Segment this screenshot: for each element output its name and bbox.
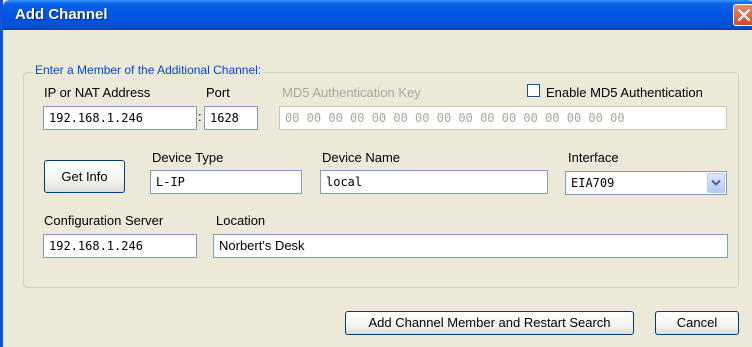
md5-key-label: MD5 Authentication Key: [282, 85, 421, 100]
group-legend: Enter a Member of the Additional Channel…: [33, 63, 264, 77]
device-type-label: Device Type: [152, 150, 224, 165]
location-field[interactable]: Norbert's Desk: [213, 234, 728, 258]
ip-port-separator: :: [198, 109, 202, 124]
ip-address-label: IP or NAT Address: [44, 85, 151, 100]
interface-dropdown-button[interactable]: [707, 173, 725, 193]
chevron-down-icon: [711, 179, 721, 186]
port-field[interactable]: 1628: [204, 106, 258, 130]
config-server-field[interactable]: 192.168.1.246: [43, 234, 197, 258]
close-button[interactable]: [733, 4, 752, 26]
cancel-button-label: Cancel: [676, 315, 718, 330]
location-label: Location: [216, 213, 266, 228]
cancel-button[interactable]: Cancel: [655, 311, 739, 335]
interface-selected-value: EIA709: [571, 176, 615, 190]
device-name-label: Device Name: [322, 150, 401, 165]
enable-md5-checkbox[interactable]: [527, 84, 540, 97]
add-channel-member-button[interactable]: Add Channel Member and Restart Search: [345, 311, 634, 335]
title-bar[interactable]: Add Channel: [3, 0, 752, 30]
device-name-field[interactable]: local: [320, 170, 548, 194]
device-type-field[interactable]: L-IP: [150, 170, 302, 194]
interface-label: Interface: [568, 150, 619, 165]
md5-key-field[interactable]: 00 00 00 00 00 00 00 00 00 00 00 00 00 0…: [279, 106, 727, 130]
port-label: Port: [206, 85, 230, 100]
window-title: Add Channel: [15, 6, 108, 23]
get-info-button[interactable]: Get Info: [44, 160, 125, 193]
enable-md5-label[interactable]: Enable MD5 Authentication: [546, 85, 703, 100]
get-info-button-label: Get Info: [61, 169, 108, 184]
add-channel-member-button-label: Add Channel Member and Restart Search: [368, 315, 611, 330]
close-icon: [738, 9, 750, 21]
interface-select[interactable]: EIA709: [565, 171, 727, 195]
config-server-label: Configuration Server: [44, 213, 164, 228]
ip-address-field[interactable]: 192.168.1.246: [43, 106, 197, 130]
